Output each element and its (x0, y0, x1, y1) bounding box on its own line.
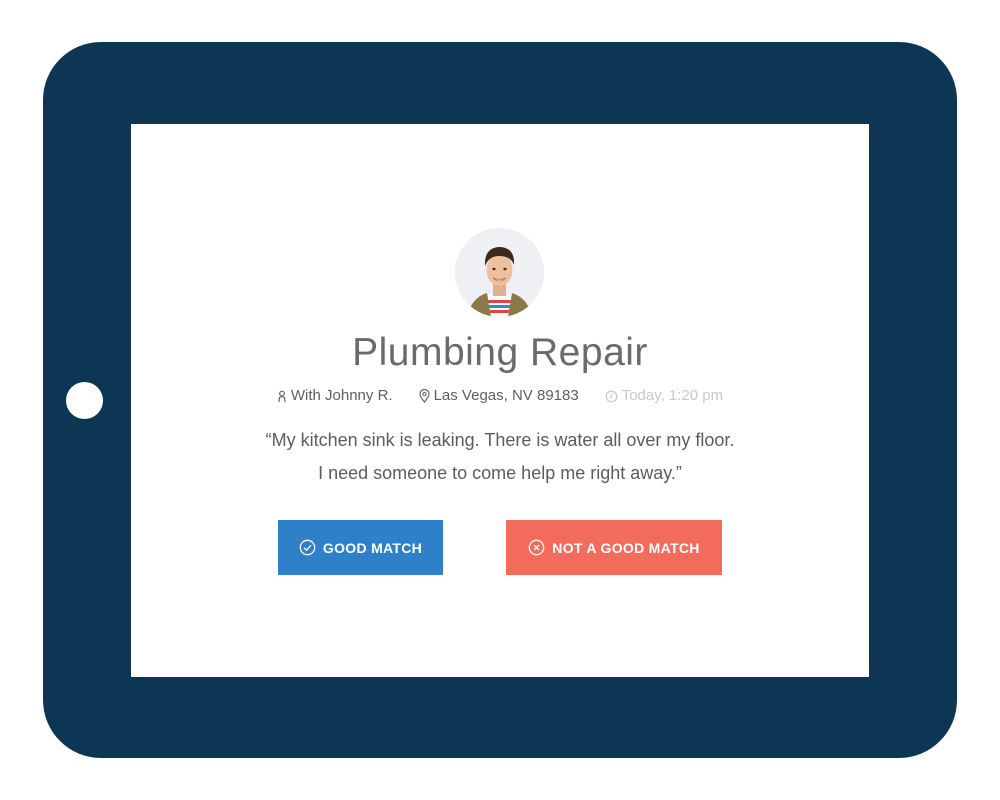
location-meta: Las Vegas, NV 89183 (418, 386, 579, 406)
description-line-2: I need someone to come help me right awa… (318, 463, 682, 483)
good-match-label: GOOD MATCH (322, 539, 423, 556)
job-meta: With Johnny R. Las Vegas, NV 89183 Today… (131, 386, 869, 406)
tablet-frame: Plumbing Repair With Johnny R. Las Vegas… (43, 42, 957, 758)
customer-name: With Johnny R. (290, 387, 393, 404)
job-card-screen: Plumbing Repair With Johnny R. Las Vegas… (131, 124, 869, 677)
not-good-match-label: NOT A GOOD MATCH (552, 539, 700, 556)
time-meta: Today, 1:20 pm (605, 386, 723, 406)
location-text: Las Vegas, NV 89183 (433, 387, 579, 404)
avatar (455, 228, 544, 317)
time-text: Today, 1:20 pm (621, 387, 724, 404)
clock-icon (605, 390, 618, 402)
good-match-button[interactable]: GOOD MATCH (278, 520, 443, 575)
customer-photo (455, 228, 544, 317)
home-button[interactable] (66, 382, 103, 419)
description-line-1: “My kitchen sink is leaking. There is wa… (265, 430, 735, 450)
person-icon (278, 390, 286, 402)
job-title: Plumbing Repair (352, 331, 648, 374)
not-good-match-button[interactable]: NOT A GOOD MATCH (506, 520, 722, 575)
map-pin-icon (418, 389, 430, 403)
customer-meta: With Johnny R. (277, 386, 393, 406)
check-circle-icon (299, 539, 316, 556)
job-description: “My kitchen sink is leaking. There is wa… (131, 424, 869, 490)
x-circle-icon (528, 539, 545, 556)
